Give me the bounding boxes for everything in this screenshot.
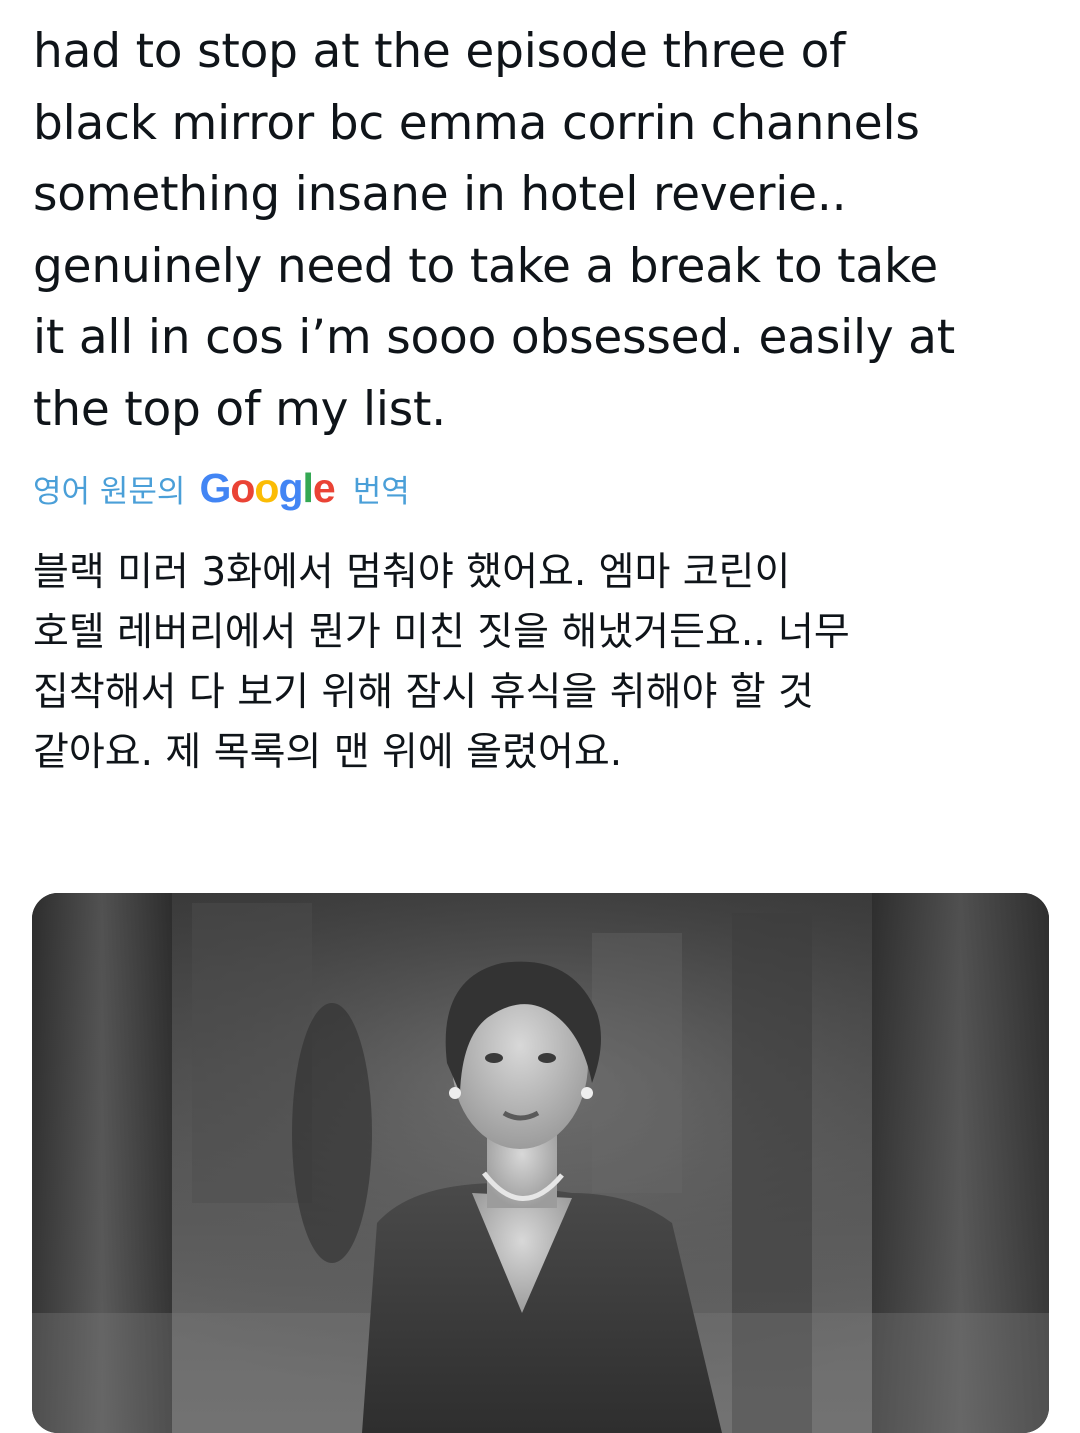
photo-image: [32, 893, 1049, 1433]
translation-label: 번역: [352, 473, 410, 510]
translation-source-label: 영어 원문의: [33, 473, 186, 510]
google-logo: Google: [199, 464, 336, 511]
google-logo-letter: o: [230, 464, 255, 511]
post-text: had to stop at the episode three of blac…: [33, 24, 956, 437]
post-photo[interactable]: [32, 893, 1049, 1433]
google-logo-letter: e: [312, 464, 336, 511]
translated-text: 블랙 미러 3화에서 멈춰야 했어요. 엠마 코린이 호텔 레버리에서 뭔가 미…: [33, 550, 850, 775]
google-logo-letter: g: [278, 464, 303, 511]
google-logo-letter: G: [199, 464, 231, 511]
google-logo-letter: o: [254, 464, 279, 511]
google-logo-letter: l: [302, 464, 314, 511]
translation-attribution[interactable]: 영어 원문의 Google 번역: [33, 462, 410, 514]
